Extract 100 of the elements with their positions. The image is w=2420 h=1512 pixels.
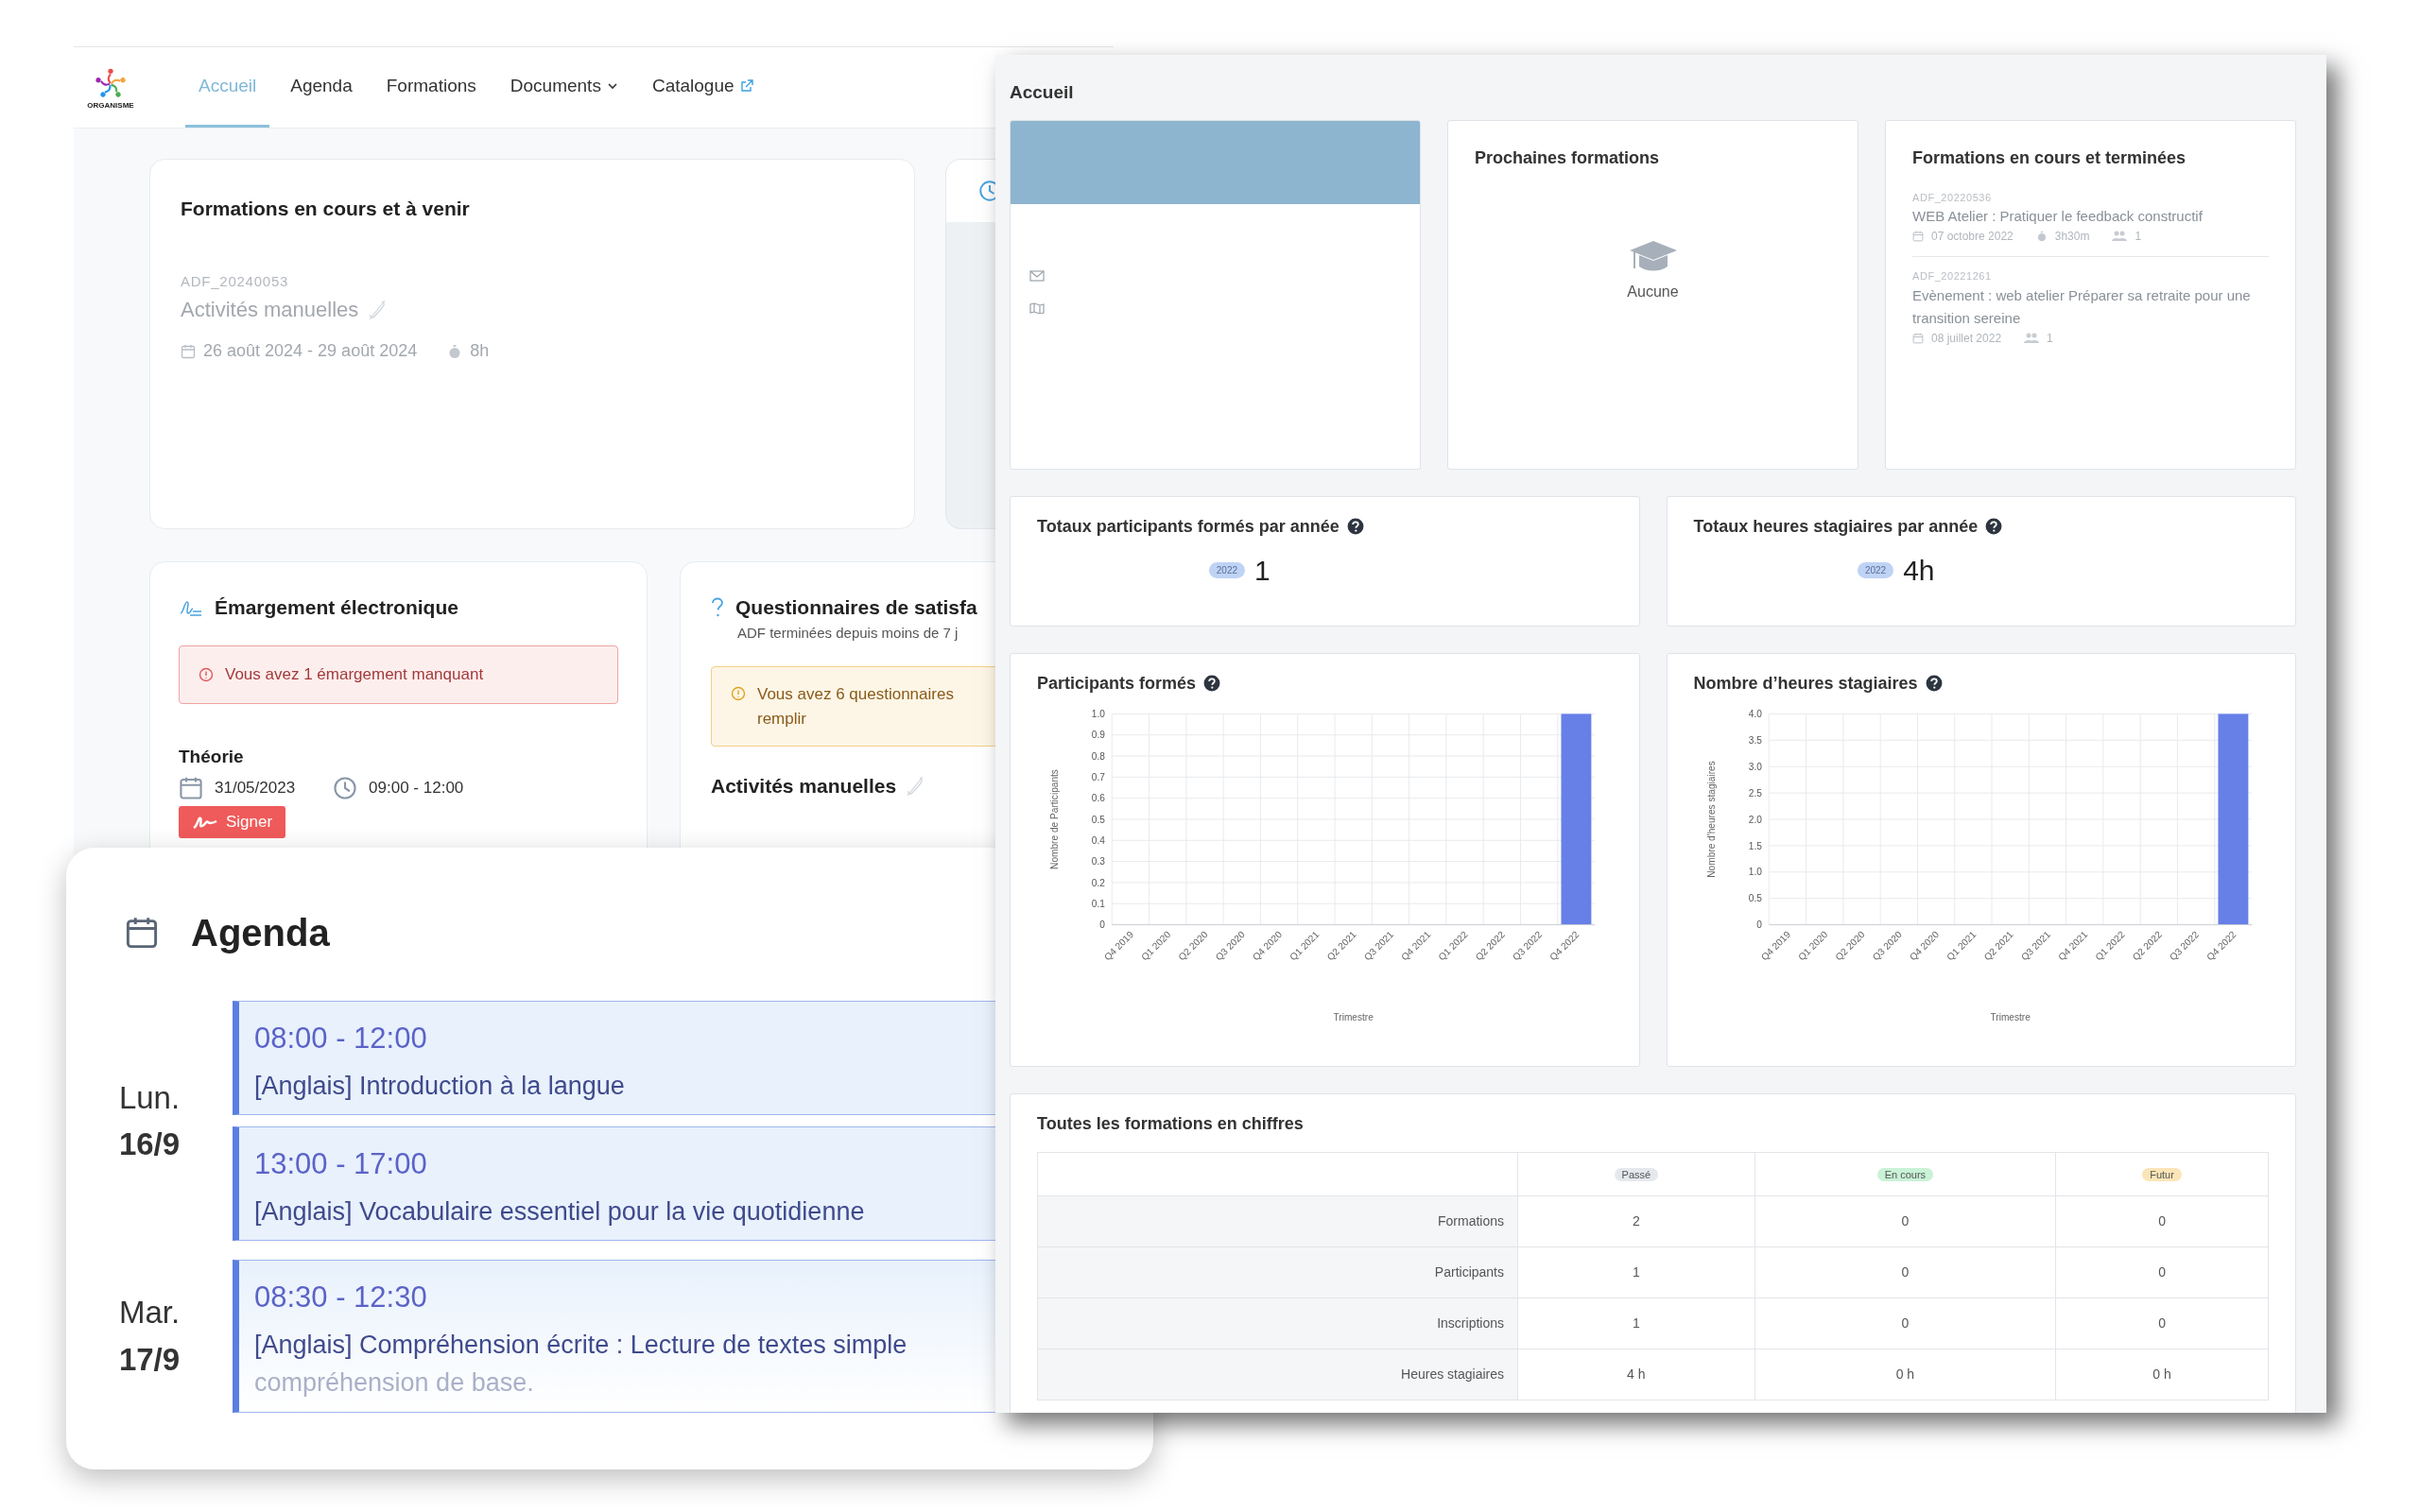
y-tick-label: 0.6 [1091, 792, 1105, 803]
y-tick-label: 1.0 [1091, 708, 1105, 719]
stopwatch-icon [2035, 231, 2048, 242]
table-cell: 1 [1517, 1246, 1755, 1297]
y-tick-label: 0.5 [1748, 892, 1762, 903]
map-icon [1029, 301, 1045, 314]
y-tick-label: 4.0 [1748, 708, 1762, 719]
training-name: WEB Atelier : Pratiquer le feedback constructif [1912, 207, 2204, 226]
calendar-icon [179, 776, 203, 800]
calendar-icon [1912, 231, 1924, 242]
mail-icon [1029, 269, 1045, 282]
table-cell: 4 h [1517, 1349, 1755, 1400]
year-badge: 2022 [1208, 561, 1246, 578]
y-tick-label: 0.8 [1091, 750, 1105, 762]
event-time: 08:30 - 12:30 [254, 1280, 428, 1315]
table-cell: 0 [2055, 1297, 2269, 1349]
training-date: 07 octobre 2022 [1931, 229, 2014, 245]
card-title: Participants formés [1037, 672, 1197, 695]
event-time: 13:00 - 17:00 [254, 1146, 428, 1182]
y-tick-label: 1.0 [1748, 866, 1762, 877]
chevron-down-icon [606, 80, 618, 92]
table-cell: 0 [2055, 1195, 2269, 1246]
participant-count: 1 [2135, 229, 2142, 245]
agenda-title: Agenda [191, 911, 330, 955]
status-badge: Passé [1614, 1167, 1659, 1181]
row-header: Heures stagiaires [1037, 1349, 1518, 1400]
axis-title: Trimestre [1333, 1011, 1374, 1022]
total-value: 1 [1254, 553, 1270, 588]
event-card[interactable]: 08:30 - 12:30 [Anglais] Compréhension écrite : Lecture de textes simple compréhension de base. [233, 1260, 995, 1413]
group-icon [2024, 332, 2040, 344]
nav-tab[interactable]: Documents [496, 47, 631, 128]
event-time: 08:00 - 12:00 [254, 1021, 428, 1057]
event-title: [Anglais] Vocabulaire essentiel pour la vie quotidienne [254, 1195, 866, 1228]
nav-tab[interactable]: Catalogue [638, 47, 767, 128]
help-icon [1925, 675, 1943, 692]
event-title: compréhension de base. [254, 1367, 535, 1399]
calendar-icon [125, 916, 159, 950]
event-card[interactable]: 08:00 - 12:00 [Anglais] Introduction à la langue [233, 1001, 995, 1115]
table-cell: 1 [1517, 1297, 1755, 1349]
warning-icon [199, 666, 214, 682]
training-duration: 8h [470, 340, 490, 362]
card-title: Formations en cours et à venir [181, 197, 471, 221]
table-cell: 0 [1754, 1246, 2056, 1297]
warning-icon [731, 686, 746, 701]
year-badge: 2022 [1857, 561, 1894, 578]
question-icon [711, 596, 724, 618]
row-header: Participants [1037, 1246, 1518, 1297]
row-header: Inscriptions [1037, 1297, 1518, 1349]
day-name: Mar. [118, 1294, 181, 1332]
y-tick-label: 2.5 [1748, 787, 1762, 799]
clock-icon [333, 776, 358, 800]
session-time: 09:00 - 12:00 [369, 778, 464, 799]
card-title: Totaux heures stagiaires par année [1693, 515, 1979, 538]
training-name: Activités manuelles [711, 774, 897, 799]
table-cell: 0 [1754, 1297, 2056, 1349]
card-title: Toutes les formations en chiffres [1037, 1112, 1305, 1135]
signature-icon [192, 815, 218, 830]
session-name: Théorie [179, 745, 245, 768]
table-cell: 2 [1517, 1195, 1755, 1246]
card-title: Formations en cours et terminées [1912, 146, 2187, 169]
event-card[interactable]: 13:00 - 17:00 [Anglais] Vocabulaire essentiel pour la vie quotidienne [233, 1126, 995, 1241]
alert-text: remplir [757, 708, 807, 730]
nav-tab[interactable]: Agenda [277, 47, 366, 128]
axis-title: Nombre de Participants [1049, 768, 1061, 869]
event-title: [Anglais] Compréhension écrite : Lecture de textes simple [254, 1329, 908, 1361]
y-tick-label: 0.4 [1091, 834, 1105, 846]
card-title: Nombre d’heures stagiaires [1693, 672, 1918, 695]
nav-tab[interactable]: Formations [372, 47, 490, 128]
card-title: Totaux participants formés par année [1037, 515, 1340, 538]
y-tick-label: 3.0 [1748, 761, 1762, 772]
training-date: 08 juillet 2022 [1931, 330, 2002, 347]
training-dates: 26 août 2024 - 29 août 2024 [203, 340, 418, 362]
y-tick-label: 3.5 [1748, 734, 1762, 746]
table-cell: 0 [1754, 1195, 2056, 1246]
training-code: ADF_20220536 [1912, 190, 1993, 205]
participant-count: 1 [2047, 330, 2053, 347]
status-badge: Futur [2142, 1167, 2182, 1181]
card-title: Émargement électronique [215, 595, 458, 620]
y-tick-label: 0.7 [1091, 771, 1105, 782]
calendar-icon [1912, 332, 1924, 344]
training-code: ADF_20240053 [181, 271, 290, 291]
y-tick-label: 0.3 [1091, 855, 1105, 867]
day-date: 17/9 [118, 1340, 181, 1379]
alert-text: Vous avez 6 questionnaires [757, 684, 954, 705]
y-tick-label: 2.0 [1748, 814, 1762, 825]
axis-title: Nombre d'heures stagiaires [1705, 760, 1717, 878]
help-icon [1985, 518, 2003, 535]
y-tick-label: 0.1 [1091, 898, 1105, 909]
page-title: Accueil [1010, 81, 1075, 104]
external-link-icon [739, 79, 753, 93]
table-cell: 0 h [1754, 1349, 2056, 1400]
training-name: Evènement : web atelier Préparer sa retraite pour une transition sereine [1912, 285, 2252, 328]
y-tick-label: 0.9 [1091, 729, 1105, 740]
empty-text: Aucune [1627, 282, 1679, 301]
alert-text: Vous avez 1 émargement manquant [225, 663, 484, 685]
card-subtitle: ADF terminées depuis moins de 7 j [737, 623, 959, 643]
y-tick-label: 0 [1099, 919, 1105, 930]
training-code: ADF_20221261 [1912, 269, 1993, 284]
group-icon [2112, 231, 2128, 242]
help-icon [1346, 518, 1364, 535]
